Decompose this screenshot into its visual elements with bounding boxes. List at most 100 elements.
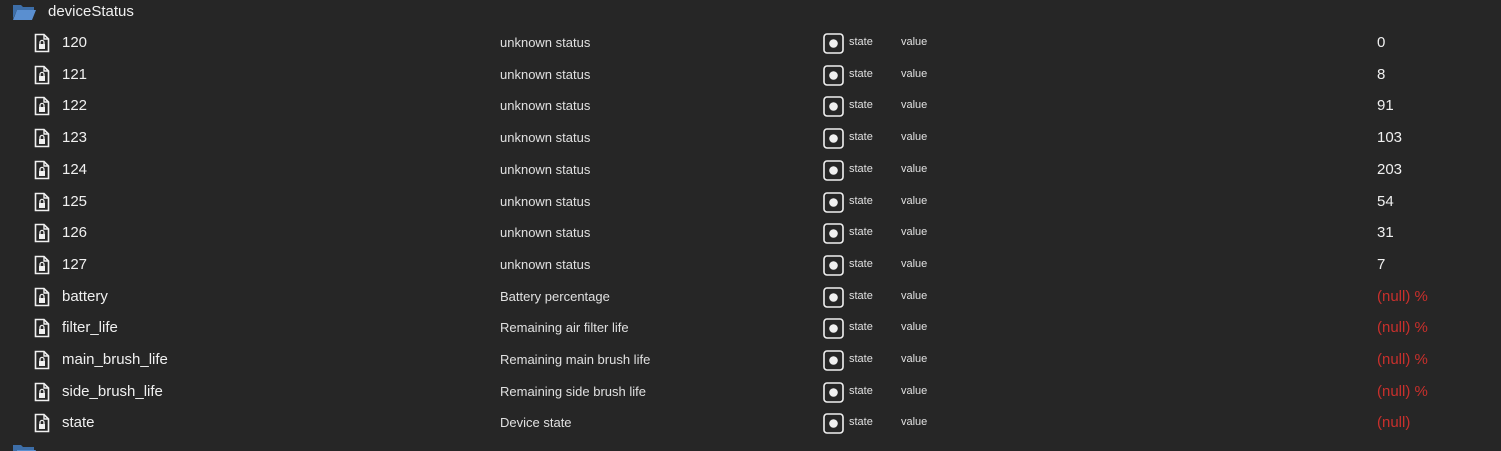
state-description: Remaining air filter life [500, 320, 629, 336]
state-value[interactable]: (null) [1377, 414, 1410, 431]
state-row[interactable]: 121 unknown status state value 8 [0, 59, 1501, 91]
state-description: unknown status [500, 35, 591, 50]
object-tree: deviceStatus 120 unknown status state va… [0, 0, 1501, 451]
file-lock-icon [34, 350, 50, 370]
state-id: 124 [62, 160, 88, 178]
state-type: value [901, 36, 928, 48]
state-row[interactable]: side_brush_life Remaining side brush lif… [0, 376, 1501, 408]
state-id: 123 [62, 129, 88, 147]
state-role: state [849, 289, 873, 302]
state-role-icon [823, 255, 844, 276]
file-lock-icon [34, 382, 50, 401]
state-id: 126 [62, 224, 88, 242]
file-lock-icon [34, 318, 50, 338]
state-id: side_brush_life [62, 382, 163, 400]
state-role: state [849, 162, 873, 175]
state-role: state [849, 226, 873, 239]
state-value[interactable]: 203 [1377, 161, 1402, 178]
state-id: 120 [62, 34, 88, 51]
state-value[interactable]: (null) % [1377, 383, 1428, 400]
state-role-icon [823, 159, 844, 181]
file-lock-icon [34, 192, 50, 211]
state-description: unknown status [500, 256, 591, 272]
state-value[interactable]: 54 [1377, 193, 1394, 210]
file-lock-icon [34, 33, 50, 53]
state-type: value [901, 384, 928, 397]
state-description: unknown status [500, 130, 591, 146]
state-description: Device state [500, 415, 572, 431]
state-type: value [901, 131, 928, 144]
state-type: value [901, 162, 928, 175]
state-row[interactable]: 120 unknown status state value 0 [0, 27, 1501, 59]
state-role-icon [823, 191, 844, 213]
state-id: battery [62, 287, 108, 305]
state-description: unknown status [500, 193, 591, 209]
state-type: value [901, 257, 928, 270]
state-row[interactable]: 122 unknown status state value 91 [0, 90, 1501, 122]
state-description: Battery percentage [500, 288, 610, 304]
state-role: state [849, 353, 873, 365]
state-row[interactable]: state Device state state value (null) [0, 407, 1501, 439]
state-type: value [901, 67, 928, 80]
state-role: state [849, 36, 873, 48]
state-id: main_brush_life [62, 351, 168, 368]
state-id: 121 [62, 65, 88, 83]
state-description: unknown status [500, 98, 591, 114]
state-value[interactable]: (null) % [1377, 319, 1428, 336]
file-lock-icon [34, 255, 50, 275]
file-lock-icon [34, 128, 50, 148]
state-value[interactable]: 7 [1377, 256, 1385, 273]
state-id: 125 [62, 192, 88, 210]
state-description: unknown status [500, 66, 591, 82]
state-row[interactable]: filter_life Remaining air filter life st… [0, 312, 1501, 344]
state-value[interactable]: 31 [1377, 224, 1394, 241]
state-role: state [849, 194, 873, 207]
folder-label: deviceStatus [48, 3, 134, 20]
state-type: value [901, 353, 928, 365]
state-row[interactable]: battery Battery percentage state value (… [0, 281, 1501, 313]
state-value[interactable]: 91 [1377, 97, 1394, 114]
state-type: value [901, 194, 928, 207]
folder-open-icon[interactable] [12, 3, 36, 21]
file-lock-icon [34, 223, 50, 243]
state-id: 127 [62, 255, 88, 273]
state-type: value [901, 416, 928, 429]
state-type: value [901, 226, 928, 239]
state-role: state [849, 67, 873, 80]
state-role-icon [823, 318, 844, 340]
state-id: filter_life [62, 319, 118, 337]
state-id: 122 [62, 97, 88, 115]
folder-icon[interactable] [12, 443, 36, 451]
file-lock-icon [34, 414, 50, 433]
state-role-icon [823, 33, 844, 54]
state-description: Remaining main brush life [500, 352, 651, 367]
state-role-icon [823, 96, 844, 118]
state-row[interactable]: 125 unknown status state value 54 [0, 186, 1501, 218]
state-role-icon [823, 223, 844, 244]
state-row[interactable]: 124 unknown status state value 203 [0, 154, 1501, 186]
state-value[interactable]: 103 [1377, 129, 1402, 146]
state-role: state [849, 321, 873, 334]
file-lock-icon [34, 97, 50, 116]
state-role-icon [823, 286, 844, 308]
state-role: state [849, 384, 873, 397]
state-type: value [901, 321, 928, 334]
state-row[interactable]: 126 unknown status state value 31 [0, 217, 1501, 249]
state-role-icon [823, 128, 844, 149]
state-role-icon [823, 381, 844, 403]
state-row[interactable]: 127 unknown status state value 7 [0, 249, 1501, 281]
state-value[interactable]: (null) % [1377, 288, 1428, 305]
state-role: state [849, 257, 873, 270]
state-row[interactable]: 123 unknown status state value 103 [0, 122, 1501, 154]
state-role: state [849, 99, 873, 112]
state-role-icon [823, 413, 844, 435]
state-id: state [62, 414, 95, 432]
state-row[interactable]: main_brush_life Remaining main brush lif… [0, 344, 1501, 376]
file-lock-icon [34, 65, 50, 84]
state-value[interactable]: 8 [1377, 66, 1385, 83]
state-description: unknown status [500, 161, 591, 177]
state-value[interactable]: 0 [1377, 34, 1385, 51]
state-description: Remaining side brush life [500, 383, 646, 399]
state-type: value [901, 289, 928, 302]
state-value[interactable]: (null) % [1377, 351, 1428, 368]
